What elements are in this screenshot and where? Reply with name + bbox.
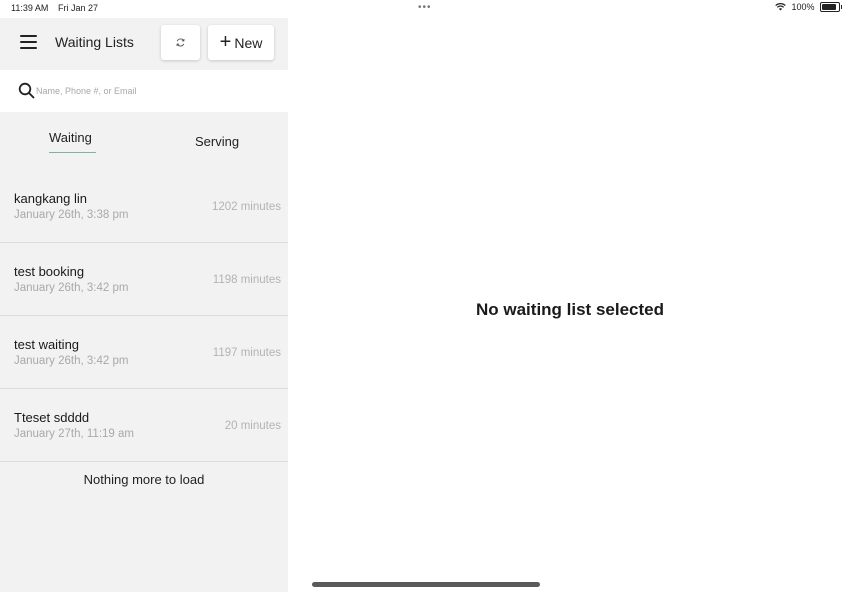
plus-icon: + xyxy=(219,30,232,53)
entry-time: January 27th, 11:19 am xyxy=(14,428,134,440)
list-tabs: Waiting Serving xyxy=(0,112,288,162)
search-bar xyxy=(0,70,288,112)
battery-percent: 100% xyxy=(791,2,815,12)
entry-wait-minutes: 1202 minutes xyxy=(211,201,281,213)
battery-icon xyxy=(819,2,840,12)
entry-time: January 26th, 3:38 pm xyxy=(14,209,129,221)
page-title: Waiting Lists xyxy=(55,34,134,50)
new-button-label: New xyxy=(234,34,263,51)
tab-serving[interactable]: Serving xyxy=(195,134,239,149)
battery-nub xyxy=(840,5,842,9)
waiting-lists-sidebar: Waiting Lists + New Waiting Serving kang… xyxy=(0,18,288,592)
status-bar: 11:39 AM Fri Jan 27 ••• 100% xyxy=(0,0,852,18)
entry-name: test booking xyxy=(14,264,85,279)
entry-wait-minutes: 20 minutes xyxy=(224,420,281,432)
list-item[interactable]: Tteset sdddd January 27th, 11:19 am 20 m… xyxy=(0,389,288,462)
active-tab-indicator xyxy=(49,152,96,153)
list-end-message: Nothing more to load xyxy=(83,472,205,487)
search-icon xyxy=(18,82,35,99)
wifi-icon xyxy=(775,3,787,11)
status-date: Fri Jan 27 xyxy=(58,3,99,13)
empty-state-message: No waiting list selected xyxy=(476,300,664,319)
entry-name: Tteset sdddd xyxy=(14,410,90,425)
status-time: 11:39 AM xyxy=(11,3,49,13)
entry-name: kangkang lin xyxy=(14,191,87,206)
home-indicator[interactable] xyxy=(312,582,540,587)
list-item[interactable]: kangkang lin January 26th, 3:38 pm 1202 … xyxy=(0,170,288,243)
entry-time: January 26th, 3:42 pm xyxy=(14,355,129,367)
sidebar-header: Waiting Lists + New xyxy=(0,18,288,70)
refresh-button[interactable] xyxy=(161,25,200,60)
multitasking-dots-icon[interactable]: ••• xyxy=(418,2,432,13)
new-button[interactable]: + New xyxy=(208,25,274,60)
list-item[interactable]: test booking January 26th, 3:42 pm 1198 … xyxy=(0,243,288,316)
refresh-icon xyxy=(176,38,185,47)
entry-name: test waiting xyxy=(14,337,80,352)
search-input[interactable] xyxy=(36,82,276,100)
entry-time: January 26th, 3:42 pm xyxy=(14,282,129,294)
waiting-list: kangkang lin January 26th, 3:38 pm 1202 … xyxy=(0,170,288,462)
hamburger-icon[interactable] xyxy=(20,35,37,49)
list-item[interactable]: test waiting January 26th, 3:42 pm 1197 … xyxy=(0,316,288,389)
tab-waiting[interactable]: Waiting xyxy=(49,130,92,145)
status-right: 100% xyxy=(775,2,842,12)
entry-wait-minutes: 1197 minutes xyxy=(212,347,281,359)
entry-wait-minutes: 1198 minutes xyxy=(212,274,281,286)
